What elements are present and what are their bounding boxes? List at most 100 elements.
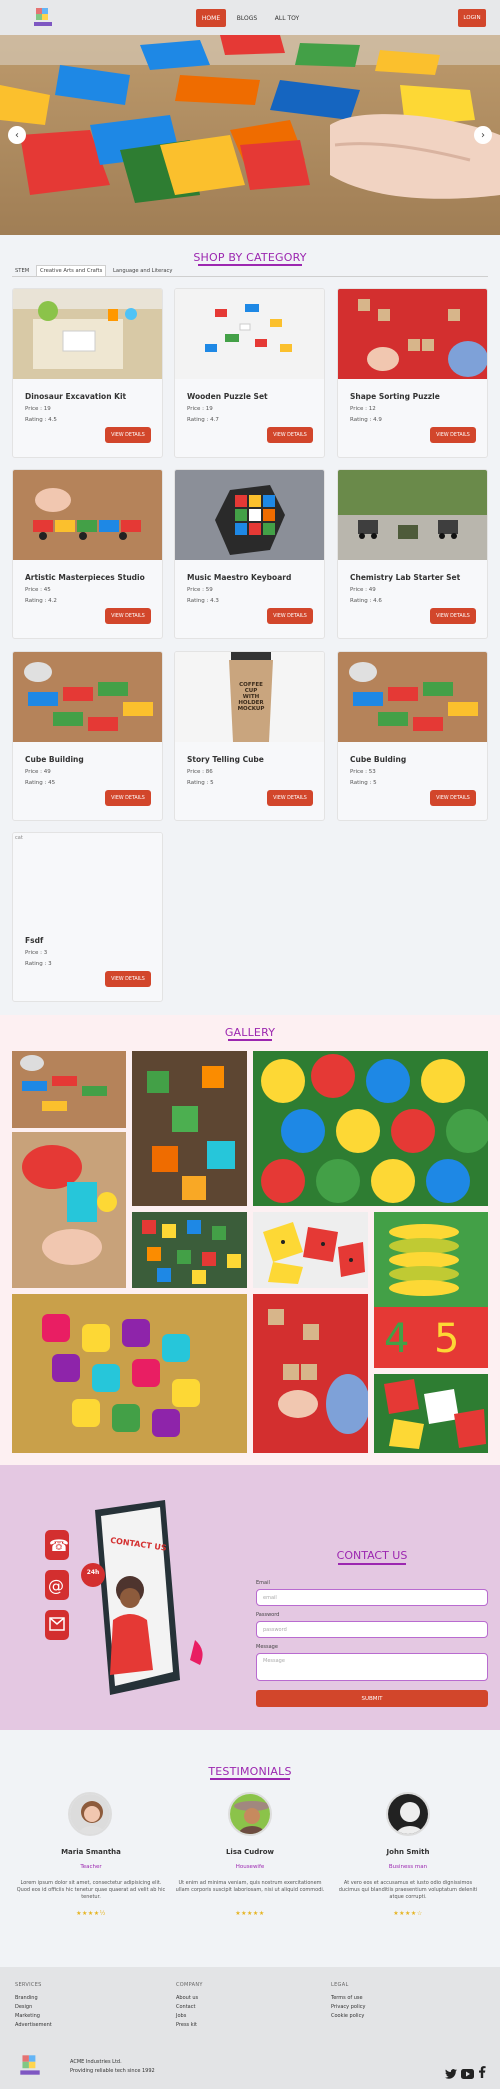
footer-link[interactable]: Cookie policy xyxy=(331,2013,364,2019)
product-image[interactable] xyxy=(175,470,324,560)
submit-button[interactable]: SUBMIT xyxy=(256,1690,488,1707)
carousel-next-button[interactable]: › xyxy=(474,126,492,144)
24h-badge: 24h xyxy=(86,1569,100,1576)
svg-text:4: 4 xyxy=(384,1316,409,1362)
view-details-button[interactable]: VIEW DETAILS xyxy=(430,790,476,806)
footer-company-heading: COMPANY xyxy=(176,1982,203,1988)
view-details-button[interactable]: VIEW DETAILS xyxy=(267,790,313,806)
product-card: Wooden Puzzle Set Price : 19 Rating : 4.… xyxy=(174,288,325,458)
testimonial-text: Ut enim ad minima veniam, quis nostrum e… xyxy=(175,1880,325,1893)
carousel-prev-button[interactable]: ‹ xyxy=(8,126,26,144)
avatar xyxy=(386,1792,430,1836)
twitter-icon[interactable] xyxy=(445,2064,457,2079)
product-price: Price : 19 xyxy=(25,406,51,412)
product-rating: Rating : 4.9 xyxy=(350,417,382,423)
shop-title: SHOP BY CATEGORY xyxy=(193,251,307,264)
gallery-image[interactable] xyxy=(12,1051,126,1128)
product-name: Wooden Puzzle Set xyxy=(187,392,268,401)
footer-services-heading: SERVICES xyxy=(15,1982,42,1988)
gallery-image[interactable] xyxy=(253,1051,488,1206)
footer-link[interactable]: Terms of use xyxy=(331,1995,363,2001)
contact-title: CONTACT US xyxy=(336,1549,408,1562)
view-details-button[interactable]: VIEW DETAILS xyxy=(105,608,151,624)
gallery-image[interactable] xyxy=(132,1212,247,1288)
gallery-image[interactable] xyxy=(12,1132,126,1288)
tab-creative-arts[interactable]: Creative Arts and Crafts xyxy=(36,265,107,276)
testimonial-text: At vero eos et accusamus et iusto odio d… xyxy=(338,1880,478,1900)
product-name: Fsdf xyxy=(25,936,44,945)
view-details-button[interactable]: VIEW DETAILS xyxy=(267,427,313,443)
tab-stem[interactable]: STEM xyxy=(12,265,32,276)
testimonial-name: Lisa Cudrow xyxy=(225,1848,275,1856)
product-rating: Rating : 5 xyxy=(350,780,377,786)
product-image[interactable] xyxy=(13,652,162,742)
product-image[interactable] xyxy=(338,470,487,560)
avatar xyxy=(228,1792,272,1836)
product-image[interactable] xyxy=(175,289,324,379)
product-image[interactable]: COFFEE CUP WITH HOLDER MOCKUP xyxy=(175,652,324,742)
product-rating: Rating : 3 xyxy=(25,961,52,967)
footer-link[interactable]: Design xyxy=(15,2004,32,2010)
facebook-icon[interactable] xyxy=(478,2063,486,2078)
nav-blogs[interactable]: BLOGS xyxy=(232,9,262,27)
product-card: cat Fsdf Price : 3 Rating : 3 VIEW DETAI… xyxy=(12,832,163,1002)
product-name: Music Maestro Keyboard xyxy=(187,573,292,582)
rating-stars: ★★★★☆ xyxy=(393,1910,423,1917)
product-image[interactable]: cat xyxy=(13,833,162,923)
product-price: Price : 45 xyxy=(25,587,51,593)
gallery-image[interactable]: 45 xyxy=(374,1212,488,1368)
footer-link[interactable]: Contact xyxy=(176,2004,195,2010)
tab-divider xyxy=(12,276,488,277)
gallery-image[interactable] xyxy=(374,1374,488,1453)
product-image[interactable] xyxy=(338,652,487,742)
gallery-image[interactable] xyxy=(253,1294,368,1453)
nav-all-toy[interactable]: ALL TOY xyxy=(268,9,306,27)
view-details-button[interactable]: VIEW DETAILS xyxy=(105,427,151,443)
view-details-button[interactable]: VIEW DETAILS xyxy=(267,608,313,624)
youtube-icon[interactable] xyxy=(461,2064,474,2079)
gallery-image[interactable] xyxy=(12,1294,247,1453)
login-button[interactable]: LOGIN xyxy=(458,9,486,27)
footer-logo[interactable] xyxy=(15,2051,45,2079)
product-rating: Rating : 45 xyxy=(25,780,56,786)
site-logo[interactable] xyxy=(30,4,56,30)
testimonial-name: John Smith xyxy=(386,1848,430,1856)
testimonial-role: Teacher xyxy=(80,1864,102,1870)
product-card: Shape Sorting Puzzle Price : 12 Rating :… xyxy=(337,288,488,458)
footer-link[interactable]: Advertisement xyxy=(15,2022,52,2028)
testimonial-text: Lorem ipsum dolor sit amet, consectetur … xyxy=(16,1880,166,1900)
gallery-image[interactable] xyxy=(253,1212,368,1288)
product-name: Artistic Masterpieces Studio xyxy=(25,573,145,582)
view-details-button[interactable]: VIEW DETAILS xyxy=(105,971,151,987)
view-details-button[interactable]: VIEW DETAILS xyxy=(430,427,476,443)
gallery-title-underline xyxy=(228,1039,272,1041)
product-image[interactable] xyxy=(13,470,162,560)
product-card: Chemistry Lab Starter Set Price : 49 Rat… xyxy=(337,469,488,639)
gallery-image[interactable] xyxy=(132,1051,247,1206)
footer-link[interactable]: Jobs xyxy=(176,2013,186,2019)
product-rating: Rating : 4.7 xyxy=(187,417,219,423)
view-details-button[interactable]: VIEW DETAILS xyxy=(105,790,151,806)
product-price: Price : 59 xyxy=(187,587,213,593)
message-field[interactable]: Message xyxy=(256,1653,488,1681)
rating-stars: ★★★★★ xyxy=(235,1910,265,1917)
product-name: Cube Building xyxy=(25,755,84,764)
nav-home[interactable]: HOME xyxy=(196,9,226,27)
message-label: Message xyxy=(256,1644,278,1650)
view-details-button[interactable]: VIEW DETAILS xyxy=(430,608,476,624)
product-name: Chemistry Lab Starter Set xyxy=(350,573,461,582)
product-rating: Rating : 4.2 xyxy=(25,598,57,604)
product-image[interactable] xyxy=(13,289,162,379)
product-price: Price : 19 xyxy=(187,406,213,412)
footer-link[interactable]: Privacy policy xyxy=(331,2004,365,2010)
svg-text:☎: ☎ xyxy=(49,1536,69,1555)
tab-language-literacy[interactable]: Language and Literacy xyxy=(110,265,175,276)
footer-link[interactable]: Press kit xyxy=(176,2022,197,2028)
footer-link[interactable]: Branding xyxy=(15,1995,38,2001)
product-image[interactable] xyxy=(338,289,487,379)
footer-link[interactable]: About us xyxy=(176,1995,198,2001)
email-field[interactable]: email xyxy=(256,1589,488,1606)
password-field[interactable]: password xyxy=(256,1621,488,1638)
footer-link[interactable]: Marketing xyxy=(15,2013,40,2019)
svg-text:@: @ xyxy=(48,1576,64,1595)
